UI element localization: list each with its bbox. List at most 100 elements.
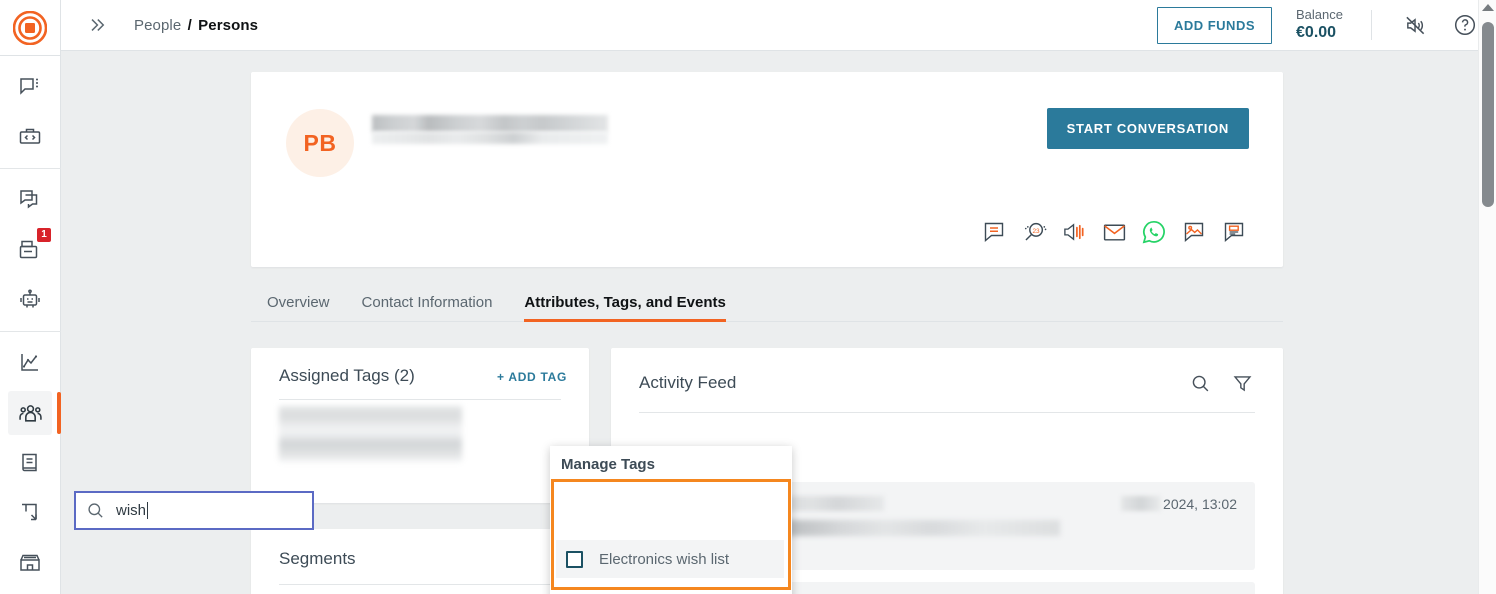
people-group-icon (18, 404, 42, 422)
sidebar-badge-templates: 1 (37, 228, 51, 242)
book-icon (22, 453, 37, 472)
channel-mms-button[interactable] (1175, 215, 1213, 249)
breadcrumb-parent[interactable]: People (134, 17, 181, 34)
sidebar-item-campaigns[interactable] (8, 178, 52, 222)
breadcrumb-separator: / (187, 16, 192, 34)
voice-speaker-icon (1063, 223, 1084, 241)
activity-item-date-redacted (1121, 496, 1162, 511)
sidebar-item-content[interactable] (8, 441, 52, 485)
breadcrumb: People / Persons (134, 17, 258, 34)
balance-value: €0.00 (1296, 24, 1337, 42)
add-tag-link[interactable]: + ADD TAG (497, 370, 567, 384)
tab-contact-information[interactable]: Contact Information (362, 294, 493, 321)
person-subtitle-redacted (372, 132, 608, 144)
rail-group-1 (0, 56, 61, 168)
avatar: PB (286, 109, 354, 177)
target-logo-icon (13, 10, 47, 45)
svg-text:23: 23 (1032, 227, 1040, 234)
person-profile-card: PB START CONVERSATION 23 (251, 72, 1283, 267)
tag-option-electronics-wish-list[interactable]: Electronics wish list (556, 540, 784, 578)
envelope-icon (1103, 223, 1125, 241)
sidebar-item-people[interactable] (8, 391, 61, 435)
channel-email-button[interactable] (1095, 215, 1133, 249)
help-button[interactable] (1448, 8, 1482, 42)
tag-option-checkbox[interactable] (566, 550, 583, 568)
sidebar-item-conversations[interactable] (8, 65, 52, 109)
viber-magnifier-icon: 23 (1024, 222, 1046, 241)
tag-option-label: Electronics wish list (599, 550, 730, 568)
tag-search-field[interactable]: wish (74, 491, 314, 530)
page-scrollbar[interactable] (1478, 0, 1496, 594)
channel-rcs-button[interactable] (1215, 215, 1253, 249)
breadcrumb-current: Persons (198, 16, 259, 34)
assigned-tags-redacted-list (279, 406, 462, 462)
activity-feed-divider (639, 412, 1255, 413)
start-conversation-button[interactable]: START CONVERSATION (1046, 108, 1249, 149)
left-nav-rail: 1 (0, 0, 61, 594)
question-circle-icon (1454, 14, 1476, 36)
app-logo[interactable] (0, 0, 61, 56)
channel-sms-button[interactable] (975, 215, 1013, 249)
whatsapp-icon (1142, 220, 1165, 244)
search-icon (1192, 375, 1208, 391)
person-tabs: Overview Contact Information Attributes,… (251, 283, 1283, 322)
mms-image-bubble-icon (1184, 222, 1204, 242)
activity-feed-search-button[interactable] (1185, 368, 1215, 398)
tag-search-input[interactable]: wish (116, 502, 146, 519)
sidebar-item-marketplace[interactable] (8, 541, 52, 585)
assigned-tags-card: Assigned Tags (2) + ADD TAG (251, 348, 589, 503)
activity-feed-header: Activity Feed (611, 348, 1283, 398)
channel-whatsapp-button[interactable] (1135, 215, 1173, 249)
segments-title: Segments (279, 549, 356, 568)
activity-feed-actions (1173, 368, 1257, 398)
assigned-tags-divider (279, 399, 561, 400)
segments-divider (279, 584, 561, 585)
balance-block: Balance €0.00 (1296, 7, 1343, 43)
expand-sidebar-button[interactable] (83, 11, 111, 39)
storefront-icon (20, 554, 40, 571)
sidebar-item-chatbots[interactable] (8, 278, 52, 322)
assigned-tags-header: Assigned Tags (2) + ADD TAG (251, 348, 589, 386)
top-bar-right: ADD FUNDS Balance €0.00 (1156, 6, 1482, 44)
flow-arrow-icon (22, 503, 37, 521)
activity-item-date: 2024, 13:02 (1121, 496, 1237, 512)
rcs-bubble-icon (1224, 222, 1244, 242)
speaker-muted-icon (1405, 16, 1424, 34)
sidebar-item-flows[interactable] (8, 491, 52, 535)
search-icon (86, 501, 105, 520)
top-bar-divider (1371, 10, 1372, 40)
sidebar-item-templates[interactable]: 1 (8, 228, 52, 272)
app-root: 1 People / Persons ADD FUNDS Balance €0.… (0, 0, 1496, 594)
add-funds-button[interactable]: ADD FUNDS (1156, 6, 1273, 44)
scroll-thumb[interactable] (1482, 22, 1494, 207)
activity-feed-title: Activity Feed (639, 373, 737, 392)
channel-voice-button[interactable] (1055, 215, 1093, 249)
sidebar-item-developer[interactable] (8, 115, 52, 159)
sidebar-item-analytics[interactable] (8, 341, 52, 385)
filter-funnel-icon (1233, 375, 1251, 391)
activity-feed-filter-button[interactable] (1227, 368, 1257, 398)
rail-group-3 (0, 331, 61, 594)
manage-tags-title: Manage Tags (561, 456, 655, 473)
segments-card: Segments (251, 529, 589, 594)
channel-viber-button[interactable]: 23 (1015, 215, 1053, 249)
text-caret (147, 502, 149, 519)
tab-overview[interactable]: Overview (267, 294, 330, 321)
chat-bubble-menu-icon (20, 78, 38, 95)
robot-icon (20, 289, 40, 308)
channel-icon-row: 23 (973, 215, 1253, 249)
segments-header: Segments (251, 529, 589, 569)
double-chevron-right-icon (91, 19, 105, 31)
mute-notifications-button[interactable] (1398, 8, 1432, 42)
balance-label: Balance (1296, 6, 1343, 22)
top-bar: People / Persons ADD FUNDS Balance €0.00 (61, 0, 1496, 51)
line-chart-icon (21, 354, 38, 371)
sms-bubble-icon (984, 222, 1004, 242)
rail-group-2: 1 (0, 168, 61, 331)
main-content: PB START CONVERSATION 23 Overview Contac… (61, 51, 1478, 594)
person-name-redacted (372, 115, 608, 132)
toolbox-code-icon (19, 128, 41, 144)
assigned-tags-title: Assigned Tags (2) (279, 366, 415, 385)
tab-attributes-tags-events[interactable]: Attributes, Tags, and Events (524, 294, 727, 322)
scroll-up-arrow-icon[interactable] (1482, 4, 1494, 11)
